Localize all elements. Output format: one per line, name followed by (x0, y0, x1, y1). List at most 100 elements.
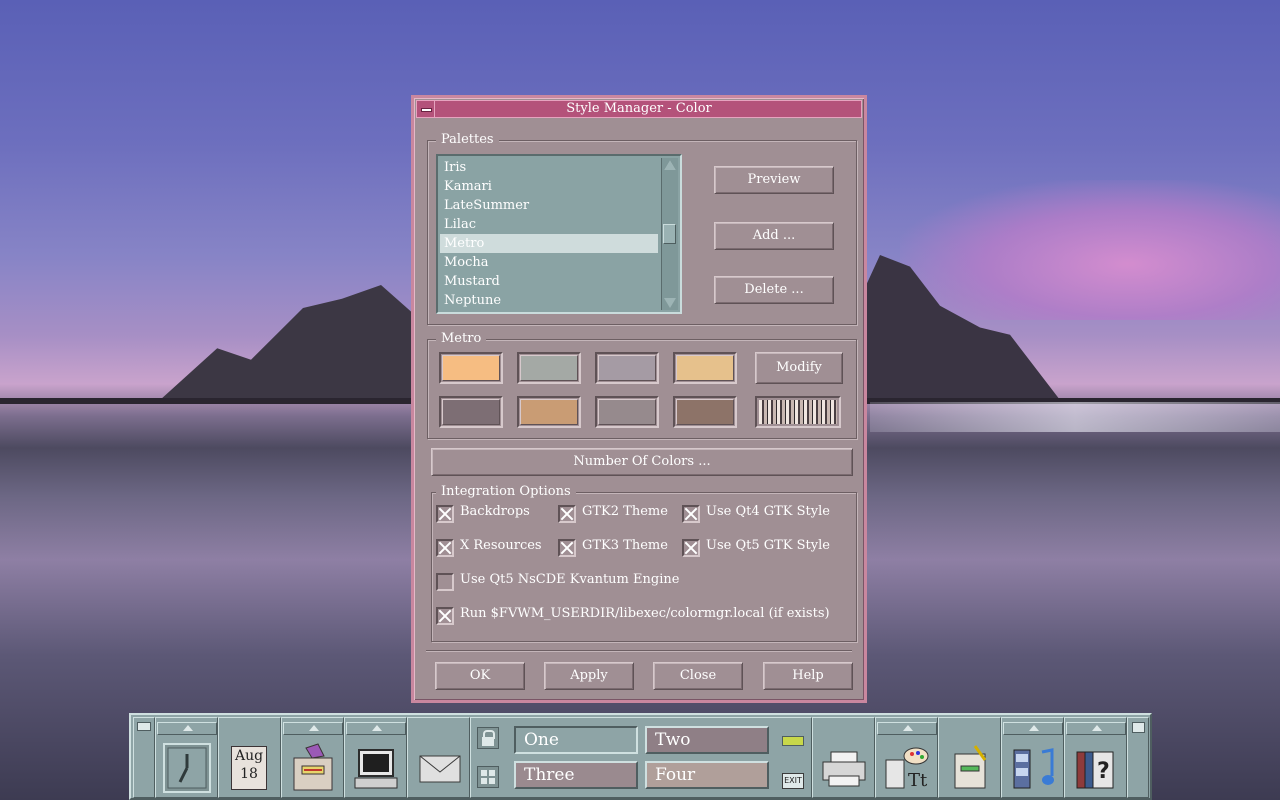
backdrops-checkbox[interactable] (436, 505, 454, 523)
file-manager-icon (293, 743, 333, 791)
help-icon: ? (1076, 751, 1114, 789)
busy-indicator-icon (782, 736, 804, 746)
panel-menu-icon[interactable] (137, 722, 151, 731)
panel-minimize-icon[interactable] (1132, 722, 1145, 733)
subpanel-arrow[interactable] (283, 722, 343, 735)
printer-icon (822, 751, 866, 787)
colormgr-label: Run $FVWM_USERDIR/libexec/colormgr.local… (460, 606, 830, 621)
qt5-gtk-style-label: Use Qt5 GTK Style (706, 538, 830, 553)
window-titlebar[interactable]: Style Manager - Color (416, 100, 862, 118)
color-swatch-3[interactable] (595, 352, 659, 384)
file-manager-launcher[interactable] (281, 717, 344, 798)
palette-item[interactable]: Neptune (440, 291, 658, 310)
palettes-frame-title: Palettes (436, 132, 499, 148)
scroll-down-arrow-icon[interactable] (664, 298, 676, 308)
palette-item[interactable]: Lilac (440, 215, 658, 234)
text-editor-launcher[interactable] (938, 717, 1001, 798)
subpanel-arrow[interactable] (346, 722, 406, 735)
svg-text:?: ? (1097, 759, 1110, 784)
media-launcher[interactable] (1001, 717, 1064, 798)
svg-text:Tt: Tt (908, 770, 928, 791)
calendar-month: Aug (234, 748, 264, 764)
color-swatch-7[interactable] (595, 396, 659, 428)
color-strip-preview (755, 396, 841, 428)
style-manager-launcher[interactable]: Tt (875, 717, 938, 798)
close-button[interactable]: Close (653, 662, 743, 690)
ok-button[interactable]: OK (435, 662, 525, 690)
gtk3-theme-checkbox[interactable] (558, 539, 576, 557)
colormgr-checkbox[interactable] (436, 607, 454, 625)
printer-launcher[interactable] (812, 717, 875, 798)
mail-icon (419, 755, 461, 783)
gtk2-theme-label: GTK2 Theme (582, 504, 668, 519)
style-manager-window: Style Manager - Color Palettes Iris Kama… (411, 95, 867, 703)
modify-button[interactable]: Modify (755, 352, 843, 384)
delete-palette-button[interactable]: Delete ... (714, 276, 834, 304)
text-editor-icon (954, 745, 987, 789)
palette-item[interactable]: LateSummer (440, 196, 658, 215)
subpanel-arrow[interactable] (1003, 722, 1063, 735)
palette-item-selected[interactable]: Metro (440, 234, 658, 253)
calendar-launcher[interactable]: Aug 18 (218, 717, 281, 798)
integration-options-frame: Integration Options Backdrops GTK2 Theme… (431, 484, 857, 642)
mail-launcher[interactable] (407, 717, 470, 798)
scroll-up-arrow-icon[interactable] (664, 160, 676, 170)
window-menu-button[interactable] (417, 101, 435, 117)
workspace-switcher: One Two Three Four EXIT (470, 717, 812, 798)
color-swatch-8[interactable] (673, 396, 737, 428)
mountain (160, 285, 420, 400)
terminal-launcher[interactable] (344, 717, 407, 798)
number-of-colors-button[interactable]: Number Of Colors ... (431, 448, 853, 476)
button-separator (426, 650, 852, 652)
palette-list[interactable]: Iris Kamari LateSummer Lilac Metro Mocha… (436, 154, 682, 314)
palette-item[interactable]: Iris (440, 158, 658, 177)
subpanel-arrow[interactable] (1066, 722, 1126, 735)
shore-waves (870, 402, 1280, 432)
gtk3-theme-label: GTK3 Theme (582, 538, 668, 553)
add-palette-button[interactable]: Add ... (714, 222, 834, 250)
x-resources-label: X Resources (460, 538, 542, 553)
panel-left-handle[interactable] (133, 717, 155, 798)
lock-icon[interactable] (477, 727, 499, 749)
style-manager-icon: Tt (885, 747, 929, 791)
apply-button[interactable]: Apply (544, 662, 634, 690)
cloud (900, 180, 1280, 320)
exit-button[interactable]: EXIT (782, 773, 804, 789)
scroll-thumb[interactable] (663, 224, 676, 244)
panel-right-handle[interactable] (1127, 717, 1149, 798)
help-launcher[interactable]: ? (1064, 717, 1127, 798)
color-swatch-2[interactable] (517, 352, 581, 384)
calendar-icon: Aug 18 (231, 746, 267, 790)
palette-item[interactable]: Mustard (440, 272, 658, 291)
qt5-gtk-style-checkbox[interactable] (682, 539, 700, 557)
preview-button[interactable]: Preview (714, 166, 834, 194)
window-title: Style Manager - Color (566, 101, 712, 116)
current-palette-title: Metro (436, 331, 487, 347)
clock-icon (163, 743, 211, 793)
color-swatch-5[interactable] (439, 396, 503, 428)
palette-scrollbar[interactable] (661, 158, 678, 310)
workspace-four-button[interactable]: Four (645, 761, 769, 789)
qt4-gtk-style-checkbox[interactable] (682, 505, 700, 523)
qt4-gtk-style-label: Use Qt4 GTK Style (706, 504, 830, 519)
media-icon (1013, 748, 1054, 789)
color-swatch-1[interactable] (439, 352, 503, 384)
subpanel-arrow[interactable] (877, 722, 937, 735)
gtk2-theme-checkbox[interactable] (558, 505, 576, 523)
color-swatch-4[interactable] (673, 352, 737, 384)
palette-item[interactable]: Mocha (440, 253, 658, 272)
help-button[interactable]: Help (763, 662, 853, 690)
workspace-one-button[interactable]: One (514, 726, 638, 754)
workspace-two-button[interactable]: Two (645, 726, 769, 754)
x-resources-checkbox[interactable] (436, 539, 454, 557)
palette-item[interactable]: Kamari (440, 177, 658, 196)
subpanel-arrow[interactable] (157, 722, 217, 735)
front-panel: Aug 18 One Two Three Four EXIT Tt ? (129, 713, 1152, 800)
calendar-day: 18 (240, 766, 258, 782)
clock-launcher[interactable] (155, 717, 218, 798)
kvantum-engine-checkbox[interactable] (436, 573, 454, 591)
color-swatch-6[interactable] (517, 396, 581, 428)
workspace-three-button[interactable]: Three (514, 761, 638, 789)
window-list-icon[interactable] (477, 766, 499, 788)
palettes-frame: Palettes Iris Kamari LateSummer Lilac Me… (427, 132, 857, 325)
